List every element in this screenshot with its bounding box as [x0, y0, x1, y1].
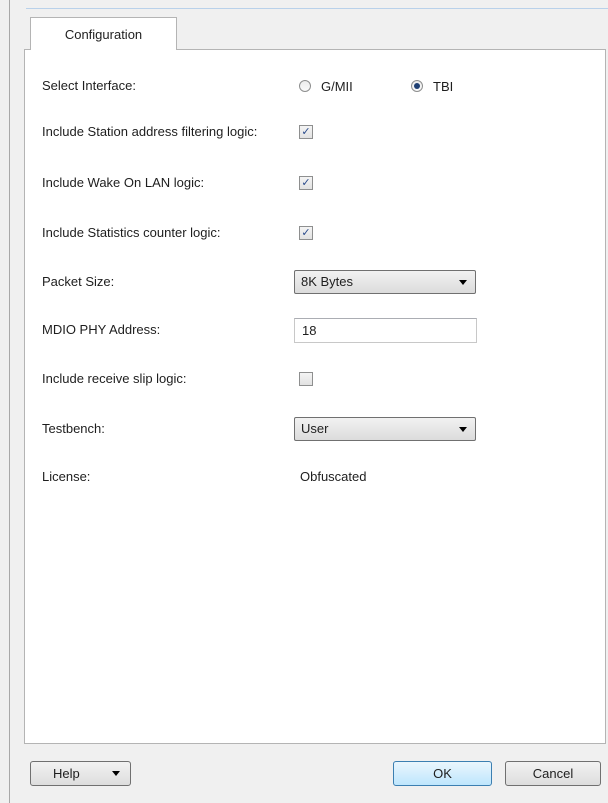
testbench-label: Testbench:: [42, 421, 105, 436]
radio-tbi[interactable]: TBI: [411, 75, 453, 97]
radio-tbi-icon[interactable]: [411, 80, 423, 92]
window-left-border: [9, 0, 10, 803]
checkmark-icon: ✓: [301, 177, 311, 189]
radio-gmii[interactable]: G/MII: [299, 75, 353, 97]
checkmark-icon: ✓: [301, 227, 311, 239]
stats-counter-checkbox[interactable]: ✓: [299, 226, 313, 240]
receive-slip-checkbox[interactable]: [299, 372, 313, 386]
packet-size-dropdown[interactable]: 8K Bytes: [294, 270, 476, 294]
window-top-border: [26, 8, 608, 9]
station-filter-label: Include Station address filtering logic:: [42, 124, 258, 139]
configuration-panel: [24, 49, 606, 744]
license-value: Obfuscated: [300, 469, 367, 484]
ok-button-label: OK: [433, 766, 452, 781]
mdio-address-input[interactable]: 18: [294, 318, 477, 343]
checkmark-icon: ✓: [301, 126, 311, 138]
cancel-button-label: Cancel: [532, 766, 574, 781]
testbench-dropdown[interactable]: User: [294, 417, 476, 441]
wake-on-lan-label: Include Wake On LAN logic:: [42, 175, 205, 190]
select-interface-label: Select Interface:: [42, 78, 136, 93]
help-button-label: Help: [53, 766, 80, 781]
stats-counter-label: Include Statistics counter logic:: [42, 225, 221, 240]
packet-size-value: 8K Bytes: [301, 274, 354, 289]
help-button[interactable]: Help: [30, 761, 131, 786]
tab-configuration[interactable]: Configuration: [30, 17, 177, 50]
receive-slip-label: Include receive slip logic:: [42, 371, 187, 386]
dropdown-arrow-icon: [459, 280, 467, 285]
mdio-label: MDIO PHY Address:: [42, 322, 161, 337]
radio-gmii-label: G/MII: [321, 78, 353, 94]
wake-on-lan-checkbox[interactable]: ✓: [299, 176, 313, 190]
packet-size-label: Packet Size:: [42, 274, 115, 289]
radio-tbi-label: TBI: [433, 78, 454, 94]
ok-button[interactable]: OK: [393, 761, 492, 786]
cancel-button[interactable]: Cancel: [505, 761, 601, 786]
dropdown-arrow-icon: [112, 771, 120, 776]
testbench-value: User: [301, 421, 329, 436]
radio-gmii-icon[interactable]: [299, 80, 311, 92]
station-filter-checkbox[interactable]: ✓: [299, 125, 313, 139]
license-label: License:: [42, 469, 91, 484]
dropdown-arrow-icon: [459, 427, 467, 432]
